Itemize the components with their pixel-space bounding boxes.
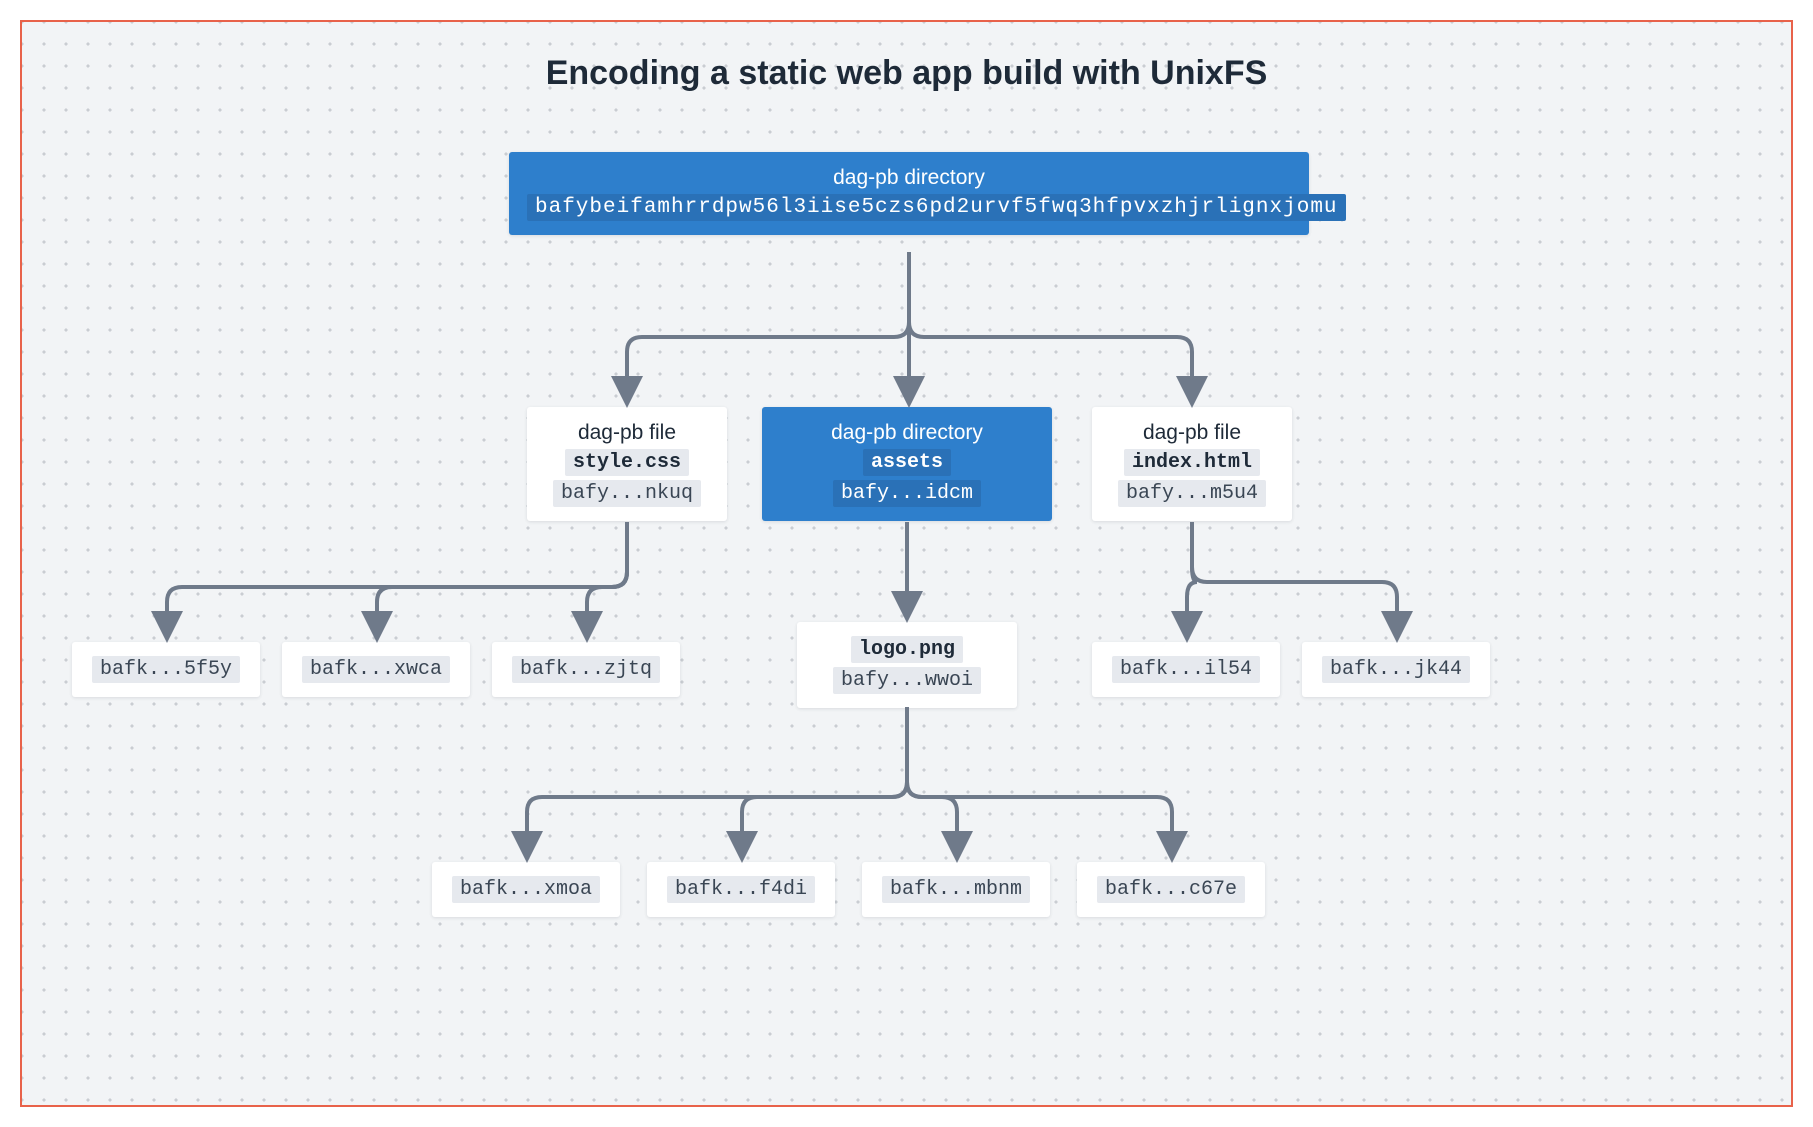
logo-name: logo.png <box>851 636 963 663</box>
index-chunk-1-cid: bafk...jk44 <box>1322 656 1470 683</box>
logo-chunk-2: bafk...mbnm <box>862 862 1050 917</box>
logo-file-node: logo.png bafy...wwoi <box>797 622 1017 708</box>
logo-chunk-1-cid: bafk...f4di <box>667 876 815 903</box>
style-chunk-0-cid: bafk...5f5y <box>92 656 240 683</box>
style-chunk-2: bafk...zjtq <box>492 642 680 697</box>
index-cid: bafy...m5u4 <box>1118 480 1266 507</box>
logo-chunk-2-cid: bafk...mbnm <box>882 876 1030 903</box>
assets-directory-node: dag-pb directory assets bafy...idcm <box>762 407 1052 521</box>
style-chunk-2-cid: bafk...zjtq <box>512 656 660 683</box>
style-type-label: dag-pb file <box>545 421 709 445</box>
index-chunk-0-cid: bafk...il54 <box>1112 656 1260 683</box>
index-chunk-0: bafk...il54 <box>1092 642 1280 697</box>
index-chunk-1: bafk...jk44 <box>1302 642 1490 697</box>
index-file-node: dag-pb file index.html bafy...m5u4 <box>1092 407 1292 521</box>
logo-chunk-0: bafk...xmoa <box>432 862 620 917</box>
assets-cid: bafy...idcm <box>833 480 981 507</box>
logo-cid: bafy...wwoi <box>833 667 981 694</box>
logo-chunk-1: bafk...f4di <box>647 862 835 917</box>
style-chunk-1: bafk...xwca <box>282 642 470 697</box>
logo-chunk-3-cid: bafk...c67e <box>1097 876 1245 903</box>
style-name: style.css <box>565 449 689 476</box>
root-directory-node: dag-pb directory bafybeifamhrrdpw56l3iis… <box>509 152 1309 235</box>
diagram-canvas: Encoding a static web app build with Uni… <box>20 20 1793 1107</box>
style-cid: bafy...nkuq <box>553 480 701 507</box>
style-file-node: dag-pb file style.css bafy...nkuq <box>527 407 727 521</box>
style-chunk-0: bafk...5f5y <box>72 642 260 697</box>
style-chunk-1-cid: bafk...xwca <box>302 656 450 683</box>
root-cid: bafybeifamhrrdpw56l3iise5czs6pd2urvf5fwq… <box>527 194 1346 221</box>
root-type-label: dag-pb directory <box>527 166 1291 190</box>
logo-chunk-3: bafk...c67e <box>1077 862 1265 917</box>
assets-name: assets <box>863 449 951 476</box>
diagram-title: Encoding a static web app build with Uni… <box>22 54 1791 93</box>
index-name: index.html <box>1124 449 1260 476</box>
assets-type-label: dag-pb directory <box>780 421 1034 445</box>
index-type-label: dag-pb file <box>1110 421 1274 445</box>
logo-chunk-0-cid: bafk...xmoa <box>452 876 600 903</box>
